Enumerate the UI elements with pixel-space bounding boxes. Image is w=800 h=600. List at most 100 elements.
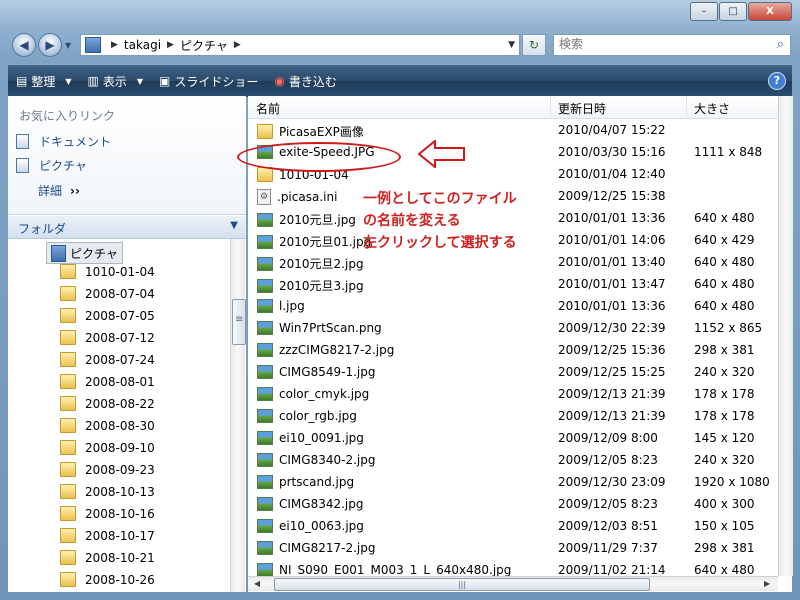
table-row[interactable]: CIMG8217-2.jpg 2009/11/29 7:37 298 x 381 [248, 538, 778, 560]
note-line: 一例としてこのファイル [363, 191, 517, 207]
search-input[interactable] [554, 35, 759, 53]
file-size: 298 x 381 [694, 343, 755, 357]
pointer-arrow-icon [418, 140, 465, 168]
more-links[interactable]: 詳細 ›› [38, 182, 80, 199]
pictures-icon [16, 158, 29, 173]
favorite-pictures[interactable]: ピクチャ [16, 157, 87, 174]
table-row[interactable]: color_cmyk.jpg 2009/12/13 21:39 178 x 178 [248, 384, 778, 406]
tree-item[interactable]: 2008-08-30 [60, 418, 155, 433]
folder-tree-scrollbar[interactable] [230, 239, 246, 592]
refresh-button[interactable]: ↻ [522, 34, 546, 56]
table-row[interactable]: 2010元旦2.jpg 2010/01/01 13:40 640 x 480 [248, 252, 778, 274]
tree-item[interactable]: 2008-10-13 [60, 484, 155, 499]
tree-item[interactable]: 2008-07-05 [60, 308, 155, 323]
image-icon [257, 519, 273, 533]
file-date: 2009/11/02 21:14 [558, 563, 666, 576]
folder-icon [60, 418, 76, 433]
tree-item[interactable]: 1010-01-04 [60, 264, 155, 279]
breadcrumb-arrow-icon[interactable]: ▶ [111, 40, 118, 50]
image-icon [257, 497, 273, 511]
folders-header[interactable]: フォルダ ▼ [8, 216, 246, 239]
settings-file-icon: ⚙ [257, 189, 271, 205]
tree-item[interactable]: 2008-09-23 [60, 462, 155, 477]
breadcrumb-arrow-icon[interactable]: ▶ [234, 40, 241, 50]
organize-button[interactable]: ▤ 整理 ▼ [8, 65, 80, 97]
tree-item[interactable]: 2008-09-10 [60, 440, 155, 455]
table-row[interactable]: Win7PrtScan.png 2009/12/30 22:39 1152 x 86… [248, 318, 778, 340]
tree-item[interactable]: 2008-10-16 [60, 506, 155, 521]
table-row[interactable]: CIMG8340-2.jpg 2009/12/05 8:23 240 x 320 [248, 450, 778, 472]
file-date: 2009/12/05 8:23 [558, 497, 658, 511]
table-row[interactable]: prtscand.jpg 2009/12/30 23:09 1920 x 1080 [248, 472, 778, 494]
table-row[interactable]: ei10_0063.jpg 2009/12/03 8:51 150 x 105 [248, 516, 778, 538]
file-size: 150 x 105 [694, 519, 755, 533]
breadcrumb-takagi[interactable]: takagi [124, 38, 161, 52]
column-date[interactable]: 更新日時 [558, 100, 606, 117]
tree-item[interactable]: 2008-07-24 [60, 352, 155, 367]
tree-item[interactable]: 2008-07-12 [60, 330, 155, 345]
burn-button[interactable]: ◉ 書き込む [266, 65, 345, 97]
column-divider[interactable] [550, 96, 551, 118]
table-row[interactable]: CIMG8549-1.jpg 2009/12/25 15:25 240 x 320 [248, 362, 778, 384]
file-list-horizontal-scrollbar[interactable]: ◀ ||| ▶ [248, 576, 778, 591]
image-icon [257, 387, 273, 401]
maximize-button[interactable]: □ [719, 2, 747, 21]
scroll-right-icon[interactable]: ▶ [764, 579, 770, 588]
file-date: 2009/12/05 8:23 [558, 453, 658, 467]
column-size[interactable]: 大きさ [694, 100, 730, 117]
file-size: 640 x 429 [694, 233, 755, 247]
more-label: 詳細 [38, 184, 63, 198]
table-row[interactable]: color_rgb.jpg 2009/12/13 21:39 178 x 178 [248, 406, 778, 428]
tree-item-pictures[interactable]: ピクチャ [46, 242, 123, 264]
table-row[interactable]: NI_S090_E001_M003_1_L_640x480.jpg 2009/11… [248, 560, 778, 576]
tree-item[interactable]: 2008-10-26 [60, 572, 155, 587]
tree-item[interactable]: 2008-10-17 [60, 528, 155, 543]
folder-location-icon [85, 37, 101, 53]
folder-icon [60, 506, 76, 521]
tree-item[interactable]: 2008-07-04 [60, 286, 155, 301]
file-name: NI_S090_E001_M003_1_L_640x480.jpg [279, 563, 512, 576]
address-bar[interactable]: ▶ takagi ▶ ピクチャ ▶ ▼ [80, 34, 520, 56]
column-divider[interactable] [686, 96, 687, 118]
tree-item[interactable]: 2008-10-21 [60, 550, 155, 565]
scroll-left-icon[interactable]: ◀ [254, 579, 260, 588]
file-size: 298 x 381 [694, 541, 755, 555]
tree-item[interactable]: 2008-08-22 [60, 396, 155, 411]
favorite-documents[interactable]: ドキュメント [16, 133, 111, 150]
scrollbar-thumb[interactable] [232, 299, 246, 345]
table-row[interactable]: 2010元旦3.jpg 2010/01/01 13:47 640 x 480 [248, 274, 778, 296]
pictures-folder-icon [51, 244, 66, 262]
file-date: 2009/12/30 22:39 [558, 321, 666, 335]
image-icon [257, 431, 273, 445]
file-name: prtscand.jpg [279, 475, 355, 489]
file-size: 640 x 480 [694, 277, 755, 291]
file-name: CIMG8340-2.jpg [279, 453, 376, 467]
scrollbar-thumb[interactable]: ||| [274, 578, 650, 591]
table-row[interactable]: PicasaEXP画像 2010/04/07 15:22 [248, 120, 778, 142]
breadcrumb-pictures[interactable]: ピクチャ [180, 37, 228, 54]
table-row[interactable]: zzzCIMG8217-2.jpg 2009/12/25 15:36 298 x 3… [248, 340, 778, 362]
file-list-vertical-scrollbar[interactable] [778, 96, 793, 576]
forward-button[interactable]: ▶ [38, 33, 62, 57]
view-button[interactable]: ▥ 表示 ▼ [80, 65, 152, 97]
table-row[interactable]: CIMG8342.jpg 2009/12/05 8:23 400 x 300 [248, 494, 778, 516]
column-name[interactable]: 名前 [256, 100, 280, 117]
minimize-button[interactable]: – [690, 2, 718, 21]
tree-item[interactable]: 2008-08-01 [60, 374, 155, 389]
slideshow-button[interactable]: ▣ スライドショー [151, 65, 266, 97]
chevron-down-icon: ▼ [136, 76, 144, 86]
table-row[interactable]: ei10_0091.jpg 2009/12/09 8:00 145 x 120 [248, 428, 778, 450]
documents-icon [16, 134, 29, 149]
address-dropdown-icon[interactable]: ▼ [508, 40, 515, 50]
file-name: color_cmyk.jpg [279, 387, 370, 401]
image-icon [257, 299, 273, 313]
breadcrumb-arrow-icon[interactable]: ▶ [167, 40, 174, 50]
file-name: 2010元旦2.jpg [279, 257, 364, 271]
help-button[interactable]: ? [768, 72, 786, 90]
tree-item-label: 2008-10-26 [85, 572, 155, 587]
close-button[interactable]: X [748, 2, 792, 21]
table-row[interactable]: l.jpg 2010/01/01 13:36 640 x 480 [248, 296, 778, 318]
history-dropdown-icon[interactable]: ▼ [65, 41, 71, 50]
back-button[interactable]: ◀ [12, 33, 36, 57]
search-icon[interactable]: ⌕ [777, 37, 784, 52]
